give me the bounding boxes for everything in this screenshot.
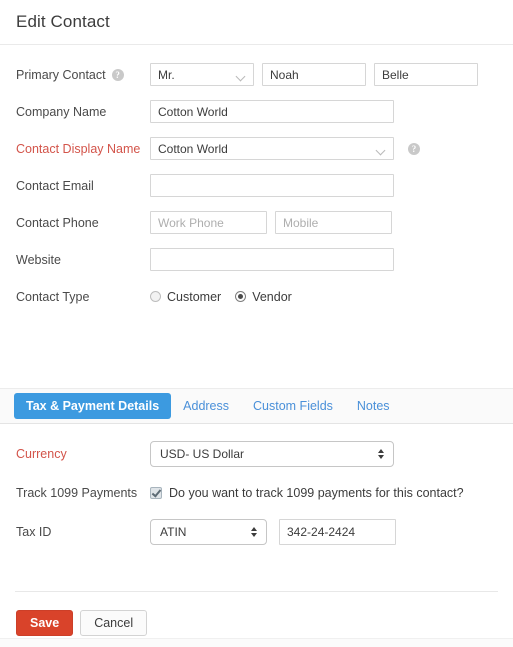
salutation-select-value[interactable] xyxy=(150,63,254,86)
radio-contact-type-vendor[interactable]: Vendor xyxy=(235,290,292,304)
form-footer: Save Cancel xyxy=(0,591,513,647)
company-name-fields xyxy=(150,100,394,123)
tax-and-payment-panel: Currency USD- US Dollar Track 1099 Payme… xyxy=(0,441,513,558)
label-website-text: Website xyxy=(16,252,61,267)
label-primary-contact: Primary Contact ? xyxy=(16,68,150,82)
contact-phone-fields xyxy=(150,211,392,234)
page-title: Edit Contact xyxy=(16,12,110,31)
tax-id-type-select[interactable]: ATIN xyxy=(150,519,267,545)
checkbox-track-1099[interactable] xyxy=(150,487,162,499)
currency-select[interactable]: USD- US Dollar xyxy=(150,441,394,467)
contact-form: Primary Contact ? Company Name Contact D… xyxy=(0,45,513,308)
form-row-contact-display-name: Contact Display Name ? xyxy=(0,137,513,160)
first-name-input[interactable] xyxy=(262,63,366,86)
form-row-currency: Currency USD- US Dollar xyxy=(0,441,513,467)
tax-id-fields: ATIN xyxy=(150,519,396,545)
bottom-strip xyxy=(0,638,513,647)
help-circle-icon[interactable]: ? xyxy=(111,68,124,81)
tab-address[interactable]: Address xyxy=(171,393,241,419)
label-currency-text: Currency xyxy=(16,447,67,461)
cancel-button[interactable]: Cancel xyxy=(80,610,148,636)
updown-arrows-icon xyxy=(251,525,258,539)
contact-email-fields xyxy=(150,174,394,197)
label-contact-email: Contact Email xyxy=(16,179,150,193)
form-row-contact-phone: Contact Phone xyxy=(0,211,513,234)
tax-id-number-input[interactable] xyxy=(279,519,396,545)
currency-select-value: USD- US Dollar xyxy=(160,447,245,461)
company-name-input[interactable] xyxy=(150,100,394,123)
label-tax-id: Tax ID xyxy=(16,525,150,539)
contact-type-radio-group: Customer Vendor xyxy=(150,290,306,304)
form-row-company-name: Company Name xyxy=(0,100,513,123)
label-contact-phone: Contact Phone xyxy=(16,216,150,230)
form-row-primary-contact: Primary Contact ? xyxy=(0,63,513,86)
page-header: Edit Contact xyxy=(0,0,513,45)
mobile-phone-input[interactable] xyxy=(275,211,392,234)
primary-contact-fields xyxy=(150,63,478,86)
tab-tax-and-payment-details[interactable]: Tax & Payment Details xyxy=(14,393,172,419)
label-primary-contact-text: Primary Contact xyxy=(16,67,106,82)
radio-contact-type-customer-label: Customer xyxy=(167,289,222,304)
currency-fields: USD- US Dollar xyxy=(150,441,394,467)
tax-id-type-value: ATIN xyxy=(160,525,187,539)
label-contact-phone-text: Contact Phone xyxy=(16,215,99,230)
updown-arrows-icon xyxy=(378,447,385,461)
tab-custom-fields[interactable]: Custom Fields xyxy=(241,393,345,419)
form-row-contact-email: Contact Email xyxy=(0,174,513,197)
label-contact-type: Contact Type xyxy=(16,290,150,304)
track-1099-checkbox-row[interactable]: Do you want to track 1099 payments for t… xyxy=(150,486,464,500)
save-button[interactable]: Save xyxy=(16,610,74,636)
radio-contact-type-customer[interactable]: Customer xyxy=(150,290,221,304)
form-row-track-1099: Track 1099 Payments Do you want to track… xyxy=(0,480,513,506)
last-name-input[interactable] xyxy=(374,63,478,86)
form-row-contact-type: Contact Type Customer Vendor xyxy=(0,285,513,308)
label-track-1099-text: Track 1099 Payments xyxy=(16,486,138,500)
label-tax-id-text: Tax ID xyxy=(16,525,52,539)
form-row-tax-id: Tax ID ATIN xyxy=(0,519,513,545)
label-contact-display-name: Contact Display Name xyxy=(16,142,150,156)
contact-display-name-fields: ? xyxy=(150,137,420,160)
work-phone-input[interactable] xyxy=(150,211,267,234)
help-circle-icon[interactable]: ? xyxy=(408,142,420,155)
checkbox-track-1099-label: Do you want to track 1099 payments for t… xyxy=(169,486,464,500)
radio-dot-icon xyxy=(150,291,161,302)
salutation-select[interactable] xyxy=(150,63,254,86)
label-company-name-text: Company Name xyxy=(16,104,107,119)
footer-buttons: Save Cancel xyxy=(16,610,148,636)
radio-dot-selected-icon xyxy=(235,291,247,302)
label-company-name: Company Name xyxy=(16,105,150,119)
contact-email-input[interactable] xyxy=(150,174,394,197)
tab-bar: Tax & Payment Details Address Custom Fie… xyxy=(0,388,513,424)
radio-contact-type-vendor-label: Vendor xyxy=(252,289,292,304)
label-track-1099: Track 1099 Payments xyxy=(16,486,150,500)
tab-notes[interactable]: Notes xyxy=(345,393,402,419)
label-contact-email-text: Contact Email xyxy=(16,178,94,193)
website-input[interactable] xyxy=(150,248,394,271)
label-currency: Currency xyxy=(16,447,150,461)
footer-divider xyxy=(15,591,498,592)
label-contact-type-text: Contact Type xyxy=(16,289,90,304)
contact-display-name-value[interactable] xyxy=(150,137,394,160)
website-fields xyxy=(150,248,394,271)
form-row-website: Website xyxy=(0,248,513,271)
contact-display-name-select[interactable] xyxy=(150,137,394,160)
label-website: Website xyxy=(16,253,150,267)
label-contact-display-name-text: Contact Display Name xyxy=(16,141,141,156)
